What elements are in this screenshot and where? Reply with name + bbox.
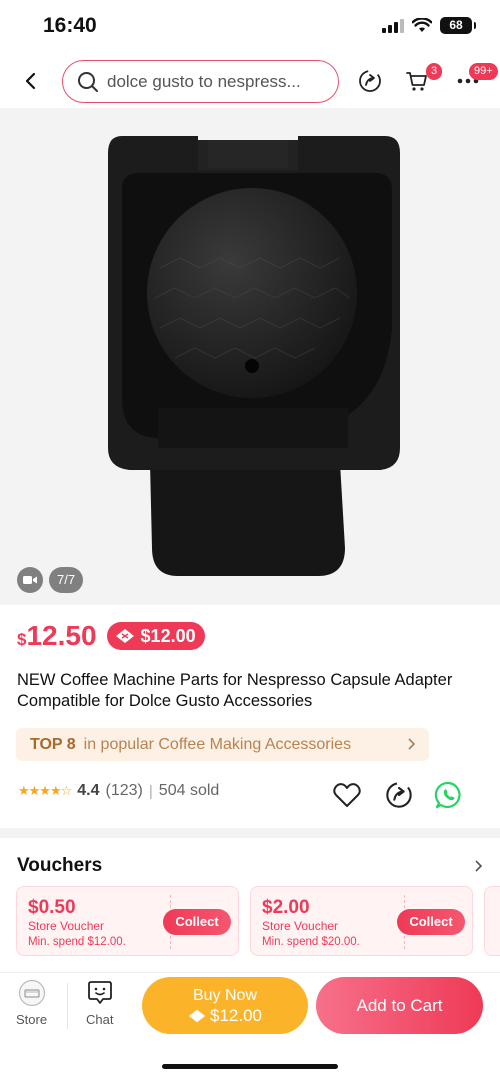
status-time: 16:40 <box>43 14 97 37</box>
rating-row[interactable]: ★★★★☆ 4.4 (123) | 504 sold <box>18 782 219 800</box>
sold-count: 504 sold <box>158 782 220 799</box>
bottom-action-bar: Store Chat Buy Now $12.00 Add to Cart <box>0 972 500 1042</box>
media-controls: 7/7 <box>17 567 84 593</box>
rank-position: TOP 8 <box>30 735 76 753</box>
favorite-button[interactable] <box>332 780 362 810</box>
coupon-price: $12.00 <box>140 626 196 646</box>
store-label: Store <box>16 1012 48 1027</box>
price-row: $12.50 $12.00 <box>17 620 205 652</box>
chat-icon <box>87 981 112 1004</box>
voucher-card: $0.50 Store Voucher Min. spend $12.00. C… <box>16 886 239 956</box>
voucher-amount: $2.00 <box>262 897 310 918</box>
search-icon <box>78 71 98 92</box>
search-input[interactable]: dolce gusto to nespress... <box>62 60 339 103</box>
chat-label: Chat <box>86 1012 114 1027</box>
ranking-banner[interactable]: TOP 8 in popular Coffee Making Accessori… <box>16 728 429 761</box>
coupon-tag-icon <box>115 629 134 643</box>
vouchers-heading: Vouchers <box>17 855 103 876</box>
image-page-indicator: 7/7 <box>49 567 84 593</box>
store-button[interactable]: Store <box>16 979 47 1027</box>
buy-now-price-row: $12.00 <box>142 1006 308 1026</box>
add-to-cart-button[interactable]: Add to Cart <box>316 977 483 1034</box>
cart-button[interactable]: 3 <box>404 63 443 94</box>
voucher-type: Store Voucher <box>262 919 339 933</box>
cart-badge: 3 <box>426 63 443 80</box>
status-bar: 16:40 68 <box>0 0 500 54</box>
coffee-adapter-image <box>108 136 400 576</box>
more-badge: 99+ <box>469 63 498 80</box>
voucher-type: Store Voucher <box>28 919 105 933</box>
collect-voucher-button[interactable]: Collect <box>397 909 465 935</box>
divider: | <box>148 782 153 800</box>
rating-count: (123) <box>105 782 143 799</box>
more-button[interactable]: 99+ <box>455 63 498 94</box>
product-image[interactable] <box>0 108 500 605</box>
product-title: NEW Coffee Machine Parts for Nespresso C… <box>17 671 453 710</box>
voucher-amount: $0.50 <box>28 897 76 918</box>
price-amount: 12.50 <box>26 620 97 651</box>
heart-icon <box>333 783 361 807</box>
nav-divider <box>67 983 68 1029</box>
chevron-right-icon <box>408 738 416 750</box>
buy-now-label: Buy Now <box>192 987 258 1004</box>
back-button[interactable] <box>18 68 44 94</box>
home-indicator <box>162 1064 338 1069</box>
star-rating-icon: ★★★★☆ <box>18 783 72 798</box>
store-icon <box>18 979 45 1007</box>
rating-value: 4.4 <box>77 782 100 799</box>
share-icon <box>359 70 381 92</box>
whatsapp-icon <box>434 781 461 809</box>
chevron-left-icon <box>25 72 36 90</box>
voucher-min-spend: Min. spend $20.00. <box>262 936 360 948</box>
signal-icon <box>382 18 404 33</box>
share-icon <box>386 782 412 808</box>
share-product-button[interactable] <box>384 780 414 810</box>
chat-button[interactable]: Chat <box>86 979 113 1027</box>
top-navigation: dolce gusto to nespress... 3 99+ <box>0 54 500 108</box>
search-query: dolce gusto to nespress... <box>107 71 301 91</box>
status-icons: 68 <box>382 17 476 34</box>
voucher-card-partial <box>484 886 500 956</box>
rank-category: in popular Coffee Making Accessories <box>83 735 352 753</box>
voucher-card: $2.00 Store Voucher Min. spend $20.00. C… <box>250 886 473 956</box>
vouchers-more-chevron-icon[interactable] <box>474 859 483 873</box>
product-price: $12.50 <box>17 620 97 652</box>
whatsapp-share-button[interactable] <box>434 780 464 810</box>
video-button[interactable] <box>17 567 43 593</box>
wifi-icon <box>412 18 432 32</box>
buy-now-button[interactable]: Buy Now $12.00 <box>142 977 308 1034</box>
battery-icon: 68 <box>440 17 476 34</box>
coupon-tag-icon <box>188 1009 206 1023</box>
voucher-min-spend: Min. spend $12.00. <box>28 936 126 948</box>
coupon-price-badge: $12.00 <box>106 622 205 650</box>
share-button[interactable] <box>357 68 383 94</box>
buy-now-price: $12.00 <box>210 1006 262 1025</box>
video-camera-icon <box>23 576 37 584</box>
collect-voucher-button[interactable]: Collect <box>163 909 231 935</box>
section-divider <box>0 828 500 838</box>
